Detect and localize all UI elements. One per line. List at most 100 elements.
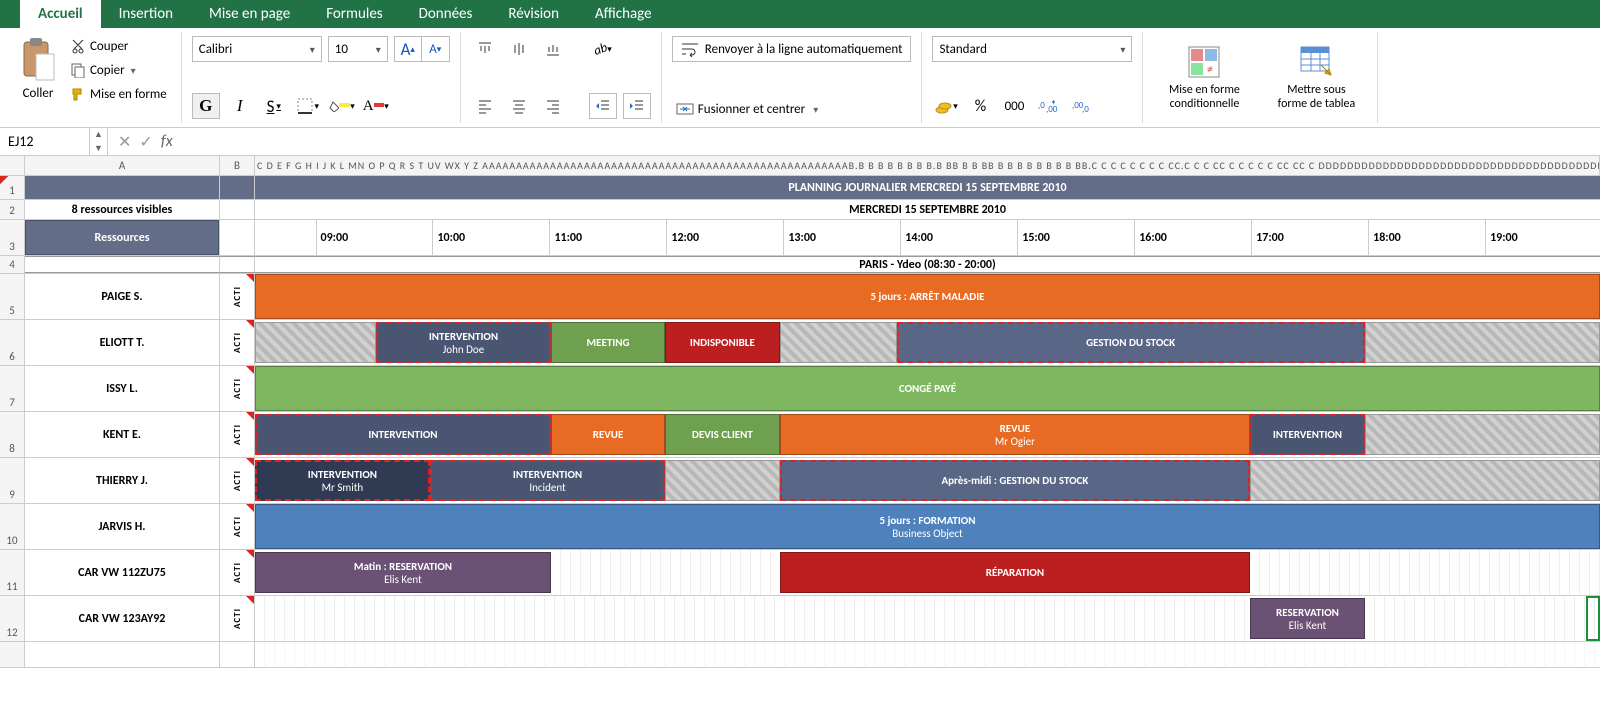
row-header[interactable]: 7: [0, 366, 25, 411]
increase-indent-button[interactable]: [623, 93, 651, 119]
align-left-button[interactable]: [471, 93, 499, 119]
gantt-event[interactable]: Après-midi : GESTION DU STOCK: [780, 460, 1251, 501]
time-label: 19:00: [1485, 220, 1518, 255]
tab-accueil[interactable]: Accueil: [20, 0, 101, 28]
gantt-event[interactable]: INDISPONIBLE: [665, 322, 779, 363]
namebox-spinner[interactable]: ▲▼: [90, 128, 108, 155]
increase-decimal-button[interactable]: ,0,00: [1034, 93, 1062, 119]
gantt-event[interactable]: INTERVENTIONJohn Doe: [376, 322, 551, 363]
gantt-event[interactable]: CONGÉ PAYÉ: [255, 366, 1600, 411]
decrease-indent-button[interactable]: [589, 93, 617, 119]
gantt-event[interactable]: INTERVENTIONIncident: [430, 460, 665, 501]
tab-formules[interactable]: Formules: [308, 0, 400, 28]
row-header[interactable]: [0, 642, 25, 667]
ribbon-tabs: Accueil Insertion Mise en page Formules …: [0, 0, 1600, 28]
gantt-event[interactable]: MEETING: [551, 322, 665, 363]
name-box[interactable]: EJ12: [0, 128, 90, 155]
currency-button[interactable]: ▾: [932, 93, 960, 119]
gantt-event[interactable]: REVUE: [551, 414, 665, 455]
tab-affichage[interactable]: Affichage: [577, 0, 670, 28]
copy-button[interactable]: Copier▾: [66, 60, 171, 80]
gantt-event[interactable]: GESTION DU STOCK: [897, 322, 1365, 363]
column-headers[interactable]: A B C D E F G H I J K L MN O P Q R S T U…: [0, 156, 1600, 176]
format-painter-button[interactable]: Mise en forme: [66, 84, 171, 104]
row-header[interactable]: 3: [0, 220, 25, 255]
orientation-button[interactable]: ab▾: [589, 36, 617, 62]
paste-icon[interactable]: [18, 36, 58, 84]
conditional-formatting-button[interactable]: ≠ Mise en forme conditionnelle: [1153, 41, 1255, 115]
resource-name: ISSY L.: [25, 366, 220, 411]
gantt-event[interactable]: REVUEMr Ogier: [780, 414, 1251, 455]
align-top-button[interactable]: [471, 36, 499, 62]
gantt-event[interactable]: DEVIS CLIENT: [665, 414, 779, 455]
font-grow-shrink: A▴ A▾: [394, 36, 450, 62]
gantt-event[interactable]: RESERVATIONElis Kent: [1250, 598, 1364, 639]
spreadsheet-grid[interactable]: 1 PLANNING JOURNALIER MERCREDI 15 SEPTEM…: [0, 176, 1600, 668]
formula-bar: EJ12 ▲▼ ✕ ✓ fx: [0, 128, 1600, 156]
accept-formula-icon[interactable]: ✓: [139, 132, 152, 152]
row-header[interactable]: 10: [0, 504, 25, 549]
scissors-icon: [70, 38, 86, 54]
bold-button[interactable]: G: [192, 93, 220, 119]
fill-color-button[interactable]: ▾: [328, 93, 356, 119]
gantt-event[interactable]: 5 jours : FORMATIONBusiness Object: [255, 504, 1600, 549]
number-format-dropdown[interactable]: Standard▾: [932, 36, 1132, 62]
gantt-event[interactable]: RÉPARATION: [780, 552, 1251, 593]
font-name-dropdown[interactable]: Calibri▾: [192, 36, 322, 62]
tab-donnees[interactable]: Données: [401, 0, 491, 28]
acti-cell: ACTI: [220, 320, 255, 365]
select-all-corner[interactable]: [0, 156, 25, 175]
cancel-formula-icon[interactable]: ✕: [118, 132, 131, 152]
font-size-dropdown[interactable]: 10▾: [328, 36, 388, 62]
align-right-button[interactable]: [539, 93, 567, 119]
col-header-B[interactable]: B: [220, 156, 255, 175]
gantt-event[interactable]: 5 jours : ARRÊT MALADIE: [255, 274, 1600, 319]
increase-font-button[interactable]: A▴: [394, 36, 422, 62]
col-header-rest[interactable]: C D E F G H I J K L MN O P Q R S T UV WX…: [255, 156, 1600, 175]
resources-header: Ressources: [25, 220, 219, 255]
gantt-event[interactable]: INTERVENTION: [1250, 414, 1364, 455]
align-center-button[interactable]: [505, 93, 533, 119]
acti-cell: ACTI: [220, 274, 255, 319]
resource-name: JARVIS H.: [25, 504, 220, 549]
italic-button[interactable]: I: [226, 93, 254, 119]
percent-button[interactable]: %: [966, 93, 994, 119]
row-header[interactable]: 5: [0, 274, 25, 319]
resource-name: KENT E.: [25, 412, 220, 457]
decrease-decimal-button[interactable]: ,00,0: [1068, 93, 1096, 119]
gantt-event[interactable]: INTERVENTION: [255, 414, 551, 455]
svg-text:,0: ,0: [1082, 104, 1089, 114]
underline-button[interactable]: S▾: [260, 93, 288, 119]
planning-title: PLANNING JOURNALIER MERCREDI 15 SEPTEMBR…: [255, 176, 1600, 199]
cut-button[interactable]: Couper: [66, 36, 171, 56]
time-label: 11:00: [549, 220, 582, 255]
align-bottom-button[interactable]: [539, 36, 567, 62]
tab-insertion[interactable]: Insertion: [101, 0, 191, 28]
merge-center-button[interactable]: Fusionner et centrer▾: [672, 99, 822, 119]
coins-icon: [935, 98, 953, 114]
decrease-font-button[interactable]: A▾: [422, 36, 450, 62]
fx-icon[interactable]: fx: [161, 132, 173, 152]
copy-icon: [70, 62, 86, 78]
row-header[interactable]: 6: [0, 320, 25, 365]
format-as-table-button[interactable]: Mettre sous forme de tablea: [1265, 41, 1367, 115]
gantt-event[interactable]: INTERVENTIONMr Smith: [255, 460, 430, 501]
row-header[interactable]: 11: [0, 550, 25, 595]
row-header[interactable]: 4: [0, 256, 25, 273]
row-header[interactable]: 9: [0, 458, 25, 503]
tab-revision[interactable]: Révision: [490, 0, 577, 28]
align-middle-button[interactable]: [505, 36, 533, 62]
col-header-A[interactable]: A: [25, 156, 220, 175]
thousands-button[interactable]: 000: [1000, 93, 1028, 119]
svg-text:≠: ≠: [1207, 63, 1213, 77]
tab-mise-en-page[interactable]: Mise en page: [191, 0, 308, 28]
paste-label: Coller: [23, 86, 54, 101]
gantt-event[interactable]: Matin : RESERVATIONElis Kent: [255, 552, 551, 593]
wrap-text-button[interactable]: Renvoyer à la ligne automatiquement: [672, 36, 912, 62]
row-header[interactable]: 12: [0, 596, 25, 641]
gantt-track: 5 jours : FORMATIONBusiness Object: [255, 504, 1600, 549]
font-color-button[interactable]: A▾: [362, 93, 390, 119]
borders-button[interactable]: ▾: [294, 93, 322, 119]
row-header[interactable]: 2: [0, 200, 25, 219]
row-header[interactable]: 8: [0, 412, 25, 457]
